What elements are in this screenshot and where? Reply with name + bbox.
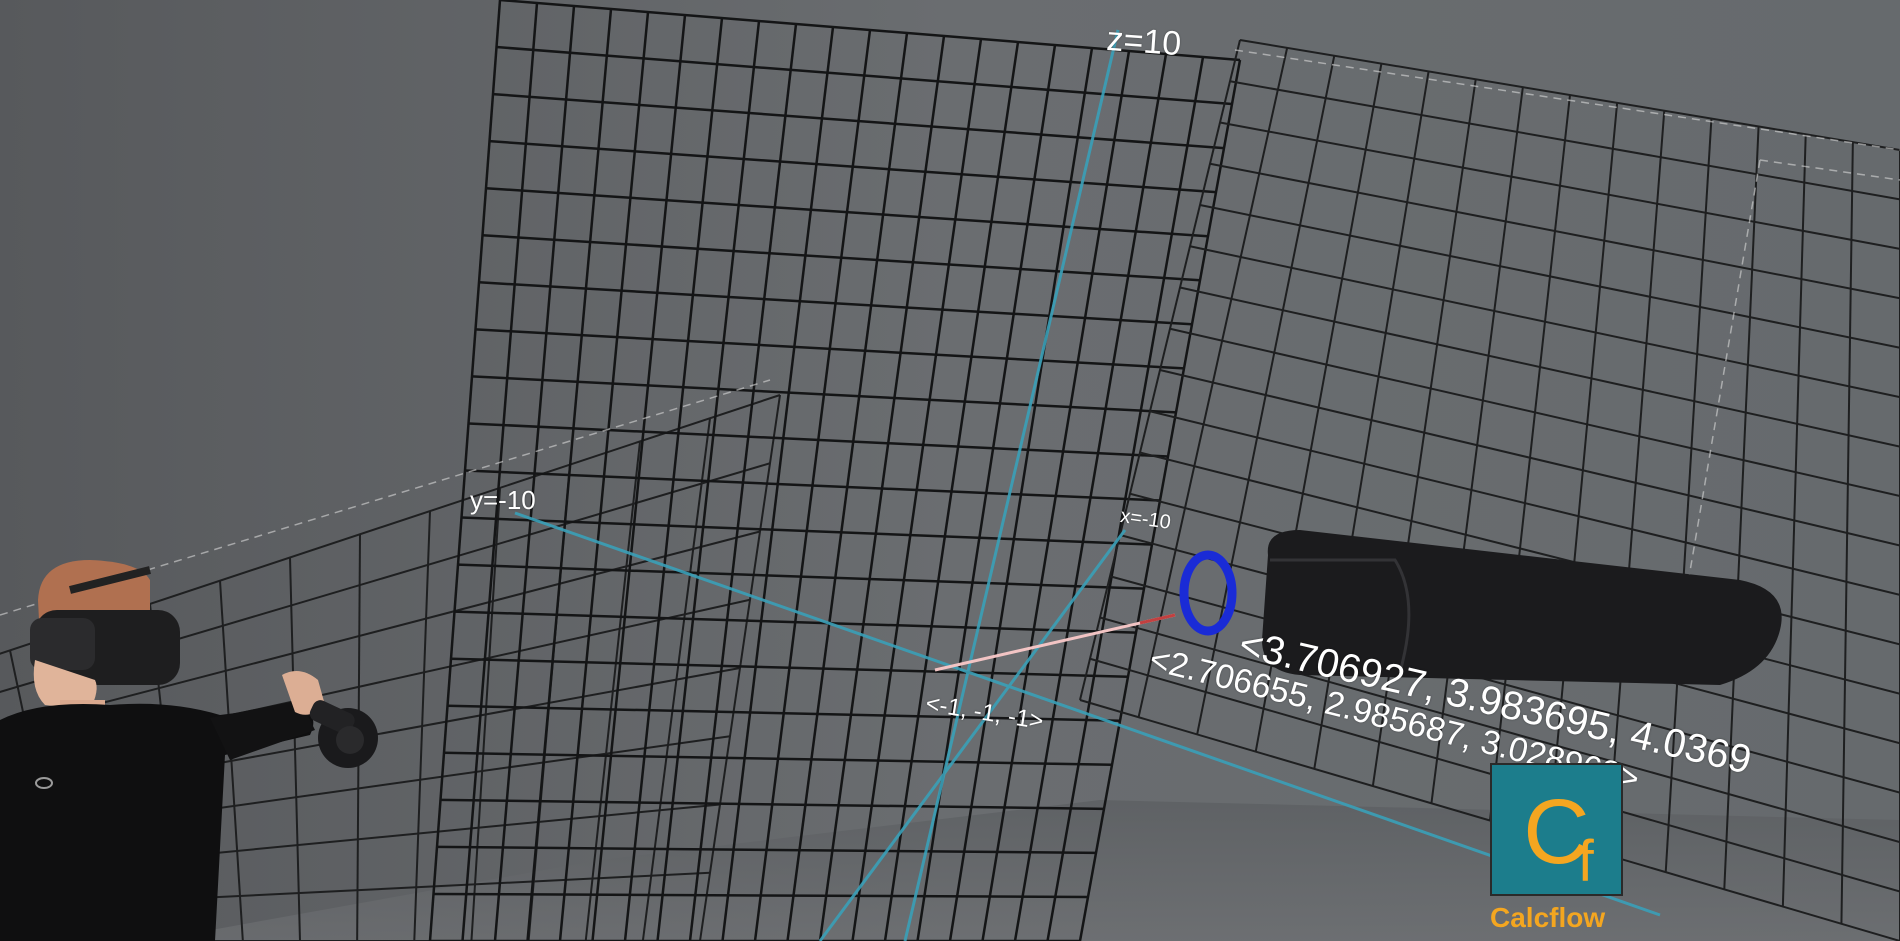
calcflow-logo-caption: Calcflow — [1490, 902, 1606, 933]
logo-mark-f: f — [1577, 828, 1594, 894]
logo-mark-c: C — [1523, 780, 1590, 883]
calcflow-logo: Cf — [1490, 763, 1623, 896]
z-axis-label: z=10 — [1105, 20, 1183, 64]
y-axis-label: y=-10 — [470, 485, 536, 515]
calcflow-logo-mark: Cf — [1523, 786, 1594, 891]
